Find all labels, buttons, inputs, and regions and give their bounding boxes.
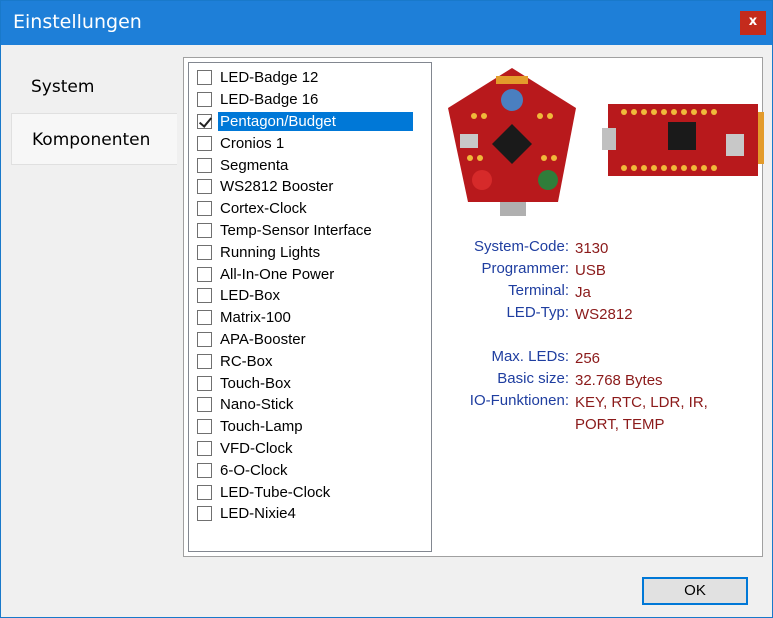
info-value: 3130 xyxy=(575,240,609,257)
list-item[interactable]: APA-Booster xyxy=(189,329,431,351)
list-item-label: Touch-Lamp xyxy=(220,418,303,436)
info-key: Programmer: xyxy=(481,260,569,277)
info-value: USB xyxy=(575,262,606,279)
info-value: 256 xyxy=(575,350,601,367)
list-item-label: All-In-One Power xyxy=(220,265,335,283)
list-item[interactable]: WS2812 Booster xyxy=(189,176,431,198)
info-row-max-leds: Max. LEDs: 256 xyxy=(440,348,760,370)
list-item[interactable]: Matrix-100 xyxy=(189,307,431,329)
info-row-system-code: System-Code: 3130 xyxy=(440,238,760,260)
list-item[interactable]: LED-Nixie4 xyxy=(189,503,431,525)
list-item-label: Running Lights xyxy=(220,243,321,261)
list-item-label: Nano-Stick xyxy=(220,396,294,414)
info-row-led-typ: LED-Typ: WS2812 xyxy=(440,304,760,326)
close-button[interactable]: x xyxy=(740,11,766,35)
checkbox[interactable] xyxy=(197,70,212,86)
checkbox[interactable] xyxy=(197,92,212,108)
info-key: System-Code: xyxy=(473,238,569,255)
tab-strip: System Komponenten xyxy=(11,57,177,567)
checkbox[interactable] xyxy=(197,440,212,456)
info-key: Max. LEDs: xyxy=(491,348,569,365)
checkbox[interactable] xyxy=(197,462,212,478)
list-item[interactable]: Running Lights xyxy=(189,241,431,263)
list-item[interactable]: Temp-Sensor Interface xyxy=(189,220,431,242)
list-item-label: WS2812 Booster xyxy=(220,178,334,196)
list-item[interactable]: RC-Box xyxy=(189,350,431,372)
info-value: KEY, RTC, LDR, IR, PORT, TEMP xyxy=(575,394,708,433)
list-item[interactable]: 6-O-Clock xyxy=(189,459,431,481)
info-row-terminal: Terminal: Ja xyxy=(440,282,760,304)
checkbox[interactable] xyxy=(197,397,212,413)
info-key: Terminal: xyxy=(508,282,569,299)
info-key: Basic size: xyxy=(497,370,569,387)
list-item[interactable]: LED-Box xyxy=(189,285,431,307)
list-item-label: Matrix-100 xyxy=(220,309,291,327)
checkbox[interactable] xyxy=(197,222,212,238)
list-item[interactable]: VFD-Clock xyxy=(189,438,431,460)
info-row-basic-size: Basic size: 32.768 Bytes xyxy=(440,370,760,392)
title-bar[interactable]: Einstellungen x xyxy=(1,1,772,45)
list-item[interactable]: LED-Tube-Clock xyxy=(189,481,431,503)
checkbox[interactable] xyxy=(197,331,212,347)
component-checklist[interactable]: LED-Badge 12 LED-Badge 16 Pentagon/Budget C… xyxy=(188,62,432,552)
list-item-label: Segmenta xyxy=(220,156,289,174)
info-key: LED-Typ: xyxy=(506,304,569,321)
checkbox[interactable] xyxy=(197,266,212,282)
list-item-label: RC-Box xyxy=(220,352,273,370)
window-title: Einstellungen xyxy=(13,11,142,33)
info-key: IO-Funktionen: xyxy=(469,392,569,409)
list-item-label: LED-Nixie4 xyxy=(220,505,296,523)
list-item[interactable]: Nano-Stick xyxy=(189,394,431,416)
checkbox[interactable] xyxy=(197,157,212,173)
list-item-label: LED-Badge 12 xyxy=(220,69,319,87)
board-photo xyxy=(448,68,764,216)
list-item-label: 6-O-Clock xyxy=(220,461,288,479)
list-item-label: VFD-Clock xyxy=(220,439,293,457)
list-item[interactable]: Cortex-Clock xyxy=(189,198,431,220)
list-item[interactable]: LED-Badge 12 xyxy=(189,67,431,89)
tab-system[interactable]: System xyxy=(11,61,177,113)
checkbox[interactable] xyxy=(197,288,212,304)
list-item[interactable]: LED-Badge 16 xyxy=(189,89,431,111)
checkbox[interactable] xyxy=(197,201,212,217)
checkbox[interactable] xyxy=(197,135,212,151)
list-item-label: Cronios 1 xyxy=(220,134,285,152)
checkbox[interactable] xyxy=(197,484,212,500)
info-value: 32.768 Bytes xyxy=(575,372,663,389)
list-item[interactable]: Touch-Lamp xyxy=(189,416,431,438)
checkbox[interactable] xyxy=(197,244,212,260)
list-item-label: Cortex-Clock xyxy=(220,200,307,218)
checkbox[interactable] xyxy=(197,310,212,326)
checkbox[interactable] xyxy=(197,506,212,522)
list-item-label: LED-Tube-Clock xyxy=(220,483,331,501)
settings-dialog: Einstellungen x System Komponenten LED-B… xyxy=(0,0,773,618)
list-item[interactable]: Pentagon/Budget xyxy=(189,111,431,133)
list-item[interactable]: Cronios 1 xyxy=(189,132,431,154)
info-value: WS2812 xyxy=(575,306,633,323)
list-item[interactable]: All-In-One Power xyxy=(189,263,431,285)
list-item-label: LED-Box xyxy=(220,287,281,305)
list-item-label: Pentagon/Budget xyxy=(218,111,413,131)
list-item[interactable]: Segmenta xyxy=(189,154,431,176)
checkbox[interactable] xyxy=(197,113,212,129)
list-item-label: Temp-Sensor Interface xyxy=(220,221,372,239)
list-item[interactable]: Touch-Box xyxy=(189,372,431,394)
info-value: Ja xyxy=(575,284,591,301)
checkbox[interactable] xyxy=(197,419,212,435)
list-item-label: APA-Booster xyxy=(220,330,306,348)
checkbox[interactable] xyxy=(197,353,212,369)
ok-button[interactable]: OK xyxy=(642,577,748,605)
list-item-label: LED-Badge 16 xyxy=(220,91,319,109)
info-row-io-funktionen: IO-Funktionen: KEY, RTC, LDR, IR, PORT, … xyxy=(440,392,760,433)
info-row-programmer: Programmer: USB xyxy=(440,260,760,282)
components-panel: LED-Badge 12 LED-Badge 16 Pentagon/Budget C… xyxy=(183,57,764,557)
checkbox[interactable] xyxy=(197,179,212,195)
checkbox[interactable] xyxy=(197,375,212,391)
list-item-label: Touch-Box xyxy=(220,374,291,392)
tab-komponenten[interactable]: Komponenten xyxy=(11,113,177,165)
